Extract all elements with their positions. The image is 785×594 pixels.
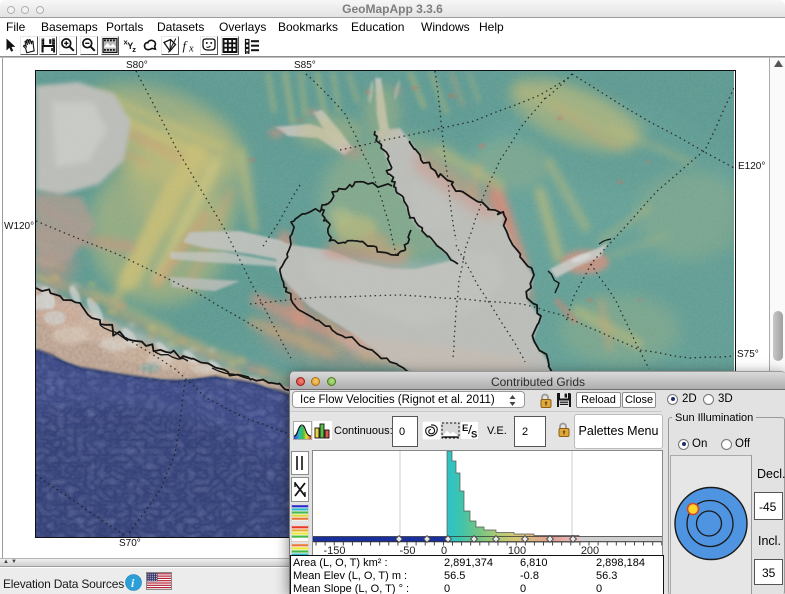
- svg-text:f: f: [183, 38, 189, 53]
- svg-text:z: z: [132, 45, 136, 54]
- svg-text:S: S: [471, 430, 477, 441]
- svg-text:x: x: [188, 44, 194, 55]
- svg-text:E: E: [462, 423, 468, 434]
